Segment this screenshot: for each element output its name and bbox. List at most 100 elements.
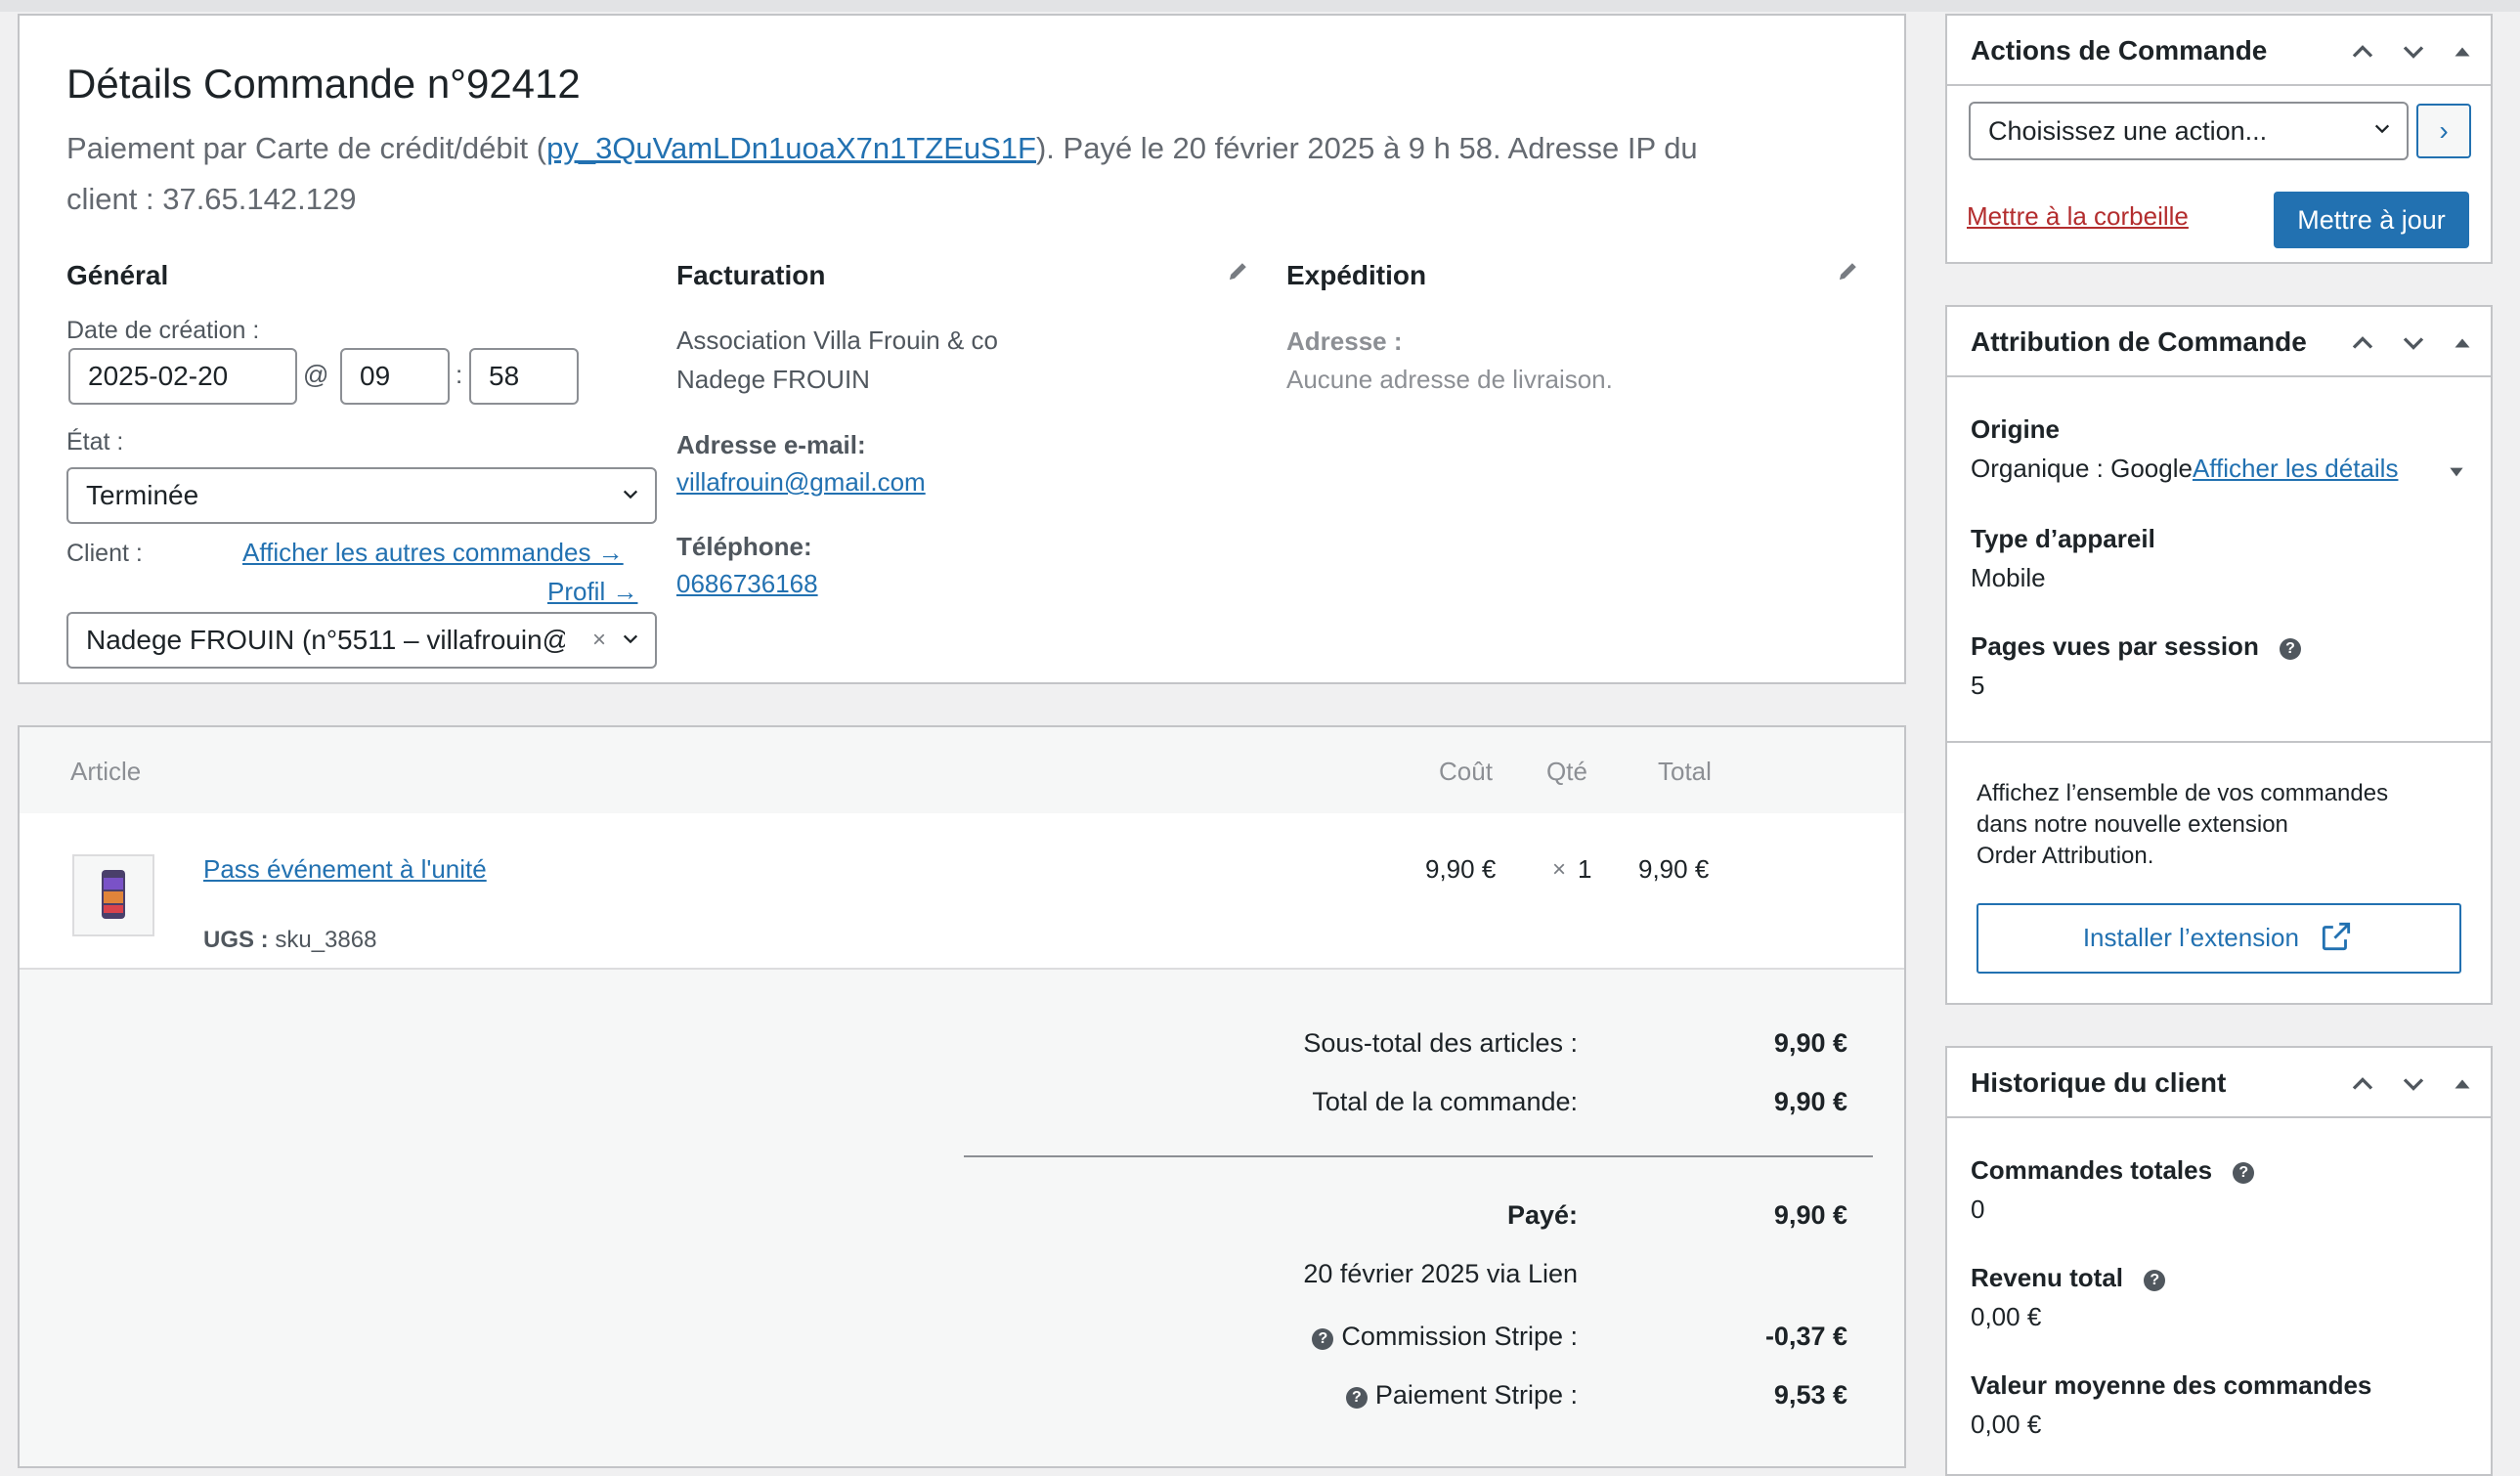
help-icon[interactable]: ?: [2144, 1270, 2166, 1291]
total-revenue-value: 0,00 €: [1971, 1302, 2042, 1331]
install-extension-label: Installer l’extension: [2082, 923, 2299, 952]
customer-history-title: Historique du client: [1971, 1067, 2227, 1098]
order-actions-box: Actions de Commande Choisissez une actio…: [1945, 14, 2493, 264]
average-order-value-label: Valeur moyenne des commandes: [1971, 1370, 2372, 1400]
billing-company: Association Villa Frouin & co: [676, 326, 999, 355]
collapse-toggle-icon[interactable]: [2448, 1069, 2477, 1099]
average-order-value: 0,00 €: [1971, 1410, 2042, 1439]
item-cost: 9,90 €: [1425, 854, 1497, 884]
trash-link[interactable]: Mettre à la corbeille: [1967, 201, 2189, 232]
order-actions-title: Actions de Commande: [1971, 35, 2268, 65]
hour-value: 09: [360, 361, 391, 391]
product-sku: UGS : sku_3868: [203, 927, 376, 954]
order-total-label: Total de la commande:: [1312, 1087, 1578, 1116]
total-revenue-label: Revenu total ?: [1971, 1263, 2173, 1293]
stripe-fee-value: -0,37 €: [1764, 1322, 1847, 1351]
product-image-icon: [74, 856, 152, 934]
status-select[interactable]: Terminée: [66, 467, 657, 524]
minute-input[interactable]: 58: [469, 348, 579, 405]
billing-phone-link[interactable]: 0686736168: [676, 569, 818, 599]
chevron-down-icon: [2374, 124, 2390, 134]
items-table-header: Article Coût Qté Total: [20, 727, 1904, 813]
transaction-link[interactable]: py_3QuVamLDn1uoaX7n1TZEuS1F: [546, 131, 1036, 165]
col-total: Total: [1658, 757, 1712, 786]
item-total: 9,90 €: [1638, 854, 1710, 884]
show-details-link[interactable]: Afficher les détails: [2193, 454, 2399, 483]
total-orders-text: Commandes totales: [1971, 1155, 2213, 1185]
promo-line-2: dans notre nouvelle extension: [1977, 811, 2288, 838]
origin-value: Organique : Google: [1971, 454, 2193, 483]
details-toggle-arrow-icon[interactable]: [2446, 461, 2467, 483]
billing-email-label: Adresse e-mail:: [676, 430, 866, 459]
other-orders-link[interactable]: Afficher les autres commandes →: [242, 538, 624, 568]
collapse-toggle-icon[interactable]: [2448, 37, 2477, 66]
origin-label: Origine: [1971, 414, 2061, 444]
date-label: Date de création :: [66, 317, 260, 344]
chevron-down-icon: [623, 634, 638, 644]
move-up-icon[interactable]: [2348, 328, 2377, 358]
product-link[interactable]: Pass événement à l'unité: [203, 854, 487, 885]
move-up-icon[interactable]: [2348, 37, 2377, 66]
device-type-label: Type d’appareil: [1971, 524, 2155, 553]
shipping-address-label: Adresse :: [1286, 326, 1403, 356]
collapse-toggle-icon[interactable]: [2448, 328, 2477, 358]
promo-line-1: Affichez l’ensemble de vos commandes: [1977, 780, 2389, 806]
stripe-payout-label-text: Paiement Stripe :: [1374, 1380, 1578, 1410]
shipping-heading: Expédition: [1286, 260, 1427, 290]
order-action-select[interactable]: Choisissez une action...: [1969, 102, 2409, 160]
date-value: 2025-02-20: [88, 361, 229, 391]
billing-name: Nadege FROUIN: [676, 365, 870, 394]
billing-email-link[interactable]: villafrouin@gmail.com: [676, 467, 926, 498]
billing-heading: Facturation: [676, 260, 826, 290]
help-icon[interactable]: ?: [1345, 1387, 1368, 1409]
edit-billing-pencil-icon[interactable]: [1226, 258, 1251, 283]
status-value: Terminée: [86, 480, 199, 510]
item-qty: 1: [1578, 854, 1592, 884]
origin-row: Organique : GoogleAfficher les détails: [1971, 454, 2398, 484]
at-separator: @: [303, 360, 329, 389]
shipping-address-value: Aucune adresse de livraison.: [1286, 365, 1613, 394]
help-icon[interactable]: ?: [2280, 638, 2302, 660]
col-qty: Qté: [1546, 757, 1587, 786]
help-icon[interactable]: ?: [2233, 1162, 2255, 1184]
stripe-payout-label: ? Paiement Stripe :: [1345, 1380, 1578, 1411]
device-type-value: Mobile: [1971, 563, 2046, 592]
subtotal-label: Sous-total des articles :: [1303, 1028, 1578, 1058]
paid-value: 9,90 €: [1773, 1200, 1847, 1230]
order-attribution-title: Attribution de Commande: [1971, 326, 2307, 357]
apply-action-button[interactable]: ›: [2416, 104, 2471, 158]
move-down-icon[interactable]: [2399, 328, 2428, 358]
help-icon[interactable]: ?: [1312, 1328, 1334, 1350]
paid-note: 20 février 2025 via Lien: [1303, 1259, 1578, 1288]
update-button[interactable]: Mettre à jour: [2274, 192, 2469, 248]
col-article: Article: [70, 757, 142, 786]
move-down-icon[interactable]: [2399, 37, 2428, 66]
date-input[interactable]: 2025-02-20: [68, 348, 297, 405]
subtotal-value: 9,90 €: [1773, 1028, 1847, 1058]
sku-label: UGS :: [203, 927, 269, 953]
order-items-panel: Article Coût Qté Total Pass événement à …: [18, 725, 1906, 1468]
customer-history-header: Historique du client: [1947, 1048, 2491, 1118]
hour-input[interactable]: 09: [340, 348, 450, 405]
client-select[interactable]: Nadege FROUIN (n°5511 – villafrouin@gmai…: [66, 612, 657, 669]
status-label: État :: [66, 428, 124, 456]
install-extension-button[interactable]: Installer l’extension: [1977, 903, 2461, 974]
move-down-icon[interactable]: [2399, 1069, 2428, 1099]
stripe-fee-label: ? Commission Stripe :: [1312, 1322, 1578, 1352]
order-action-placeholder: Choisissez une action...: [1988, 116, 2268, 146]
minute-value: 58: [489, 361, 520, 391]
qty-sign: ×: [1552, 856, 1567, 883]
attribution-divider: [1947, 741, 2491, 743]
table-row: Pass événement à l'unité UGS : sku_3868 …: [20, 813, 1904, 970]
edit-shipping-pencil-icon[interactable]: [1836, 258, 1861, 283]
billing-phone-label: Téléphone:: [676, 532, 812, 561]
total-orders-value: 0: [1971, 1194, 1985, 1224]
client-label: Client :: [66, 540, 143, 567]
profile-link[interactable]: Profil →: [547, 577, 637, 607]
clear-client-icon[interactable]: ×: [592, 614, 606, 667]
pages-per-session-text: Pages vues par session: [1971, 631, 2259, 661]
attribution-promo-text: Affichez l’ensemble de vos commandes dan…: [1977, 778, 2388, 872]
paid-label: Payé:: [1506, 1200, 1578, 1230]
move-up-icon[interactable]: [2348, 1069, 2377, 1099]
general-heading: Général: [66, 260, 169, 290]
